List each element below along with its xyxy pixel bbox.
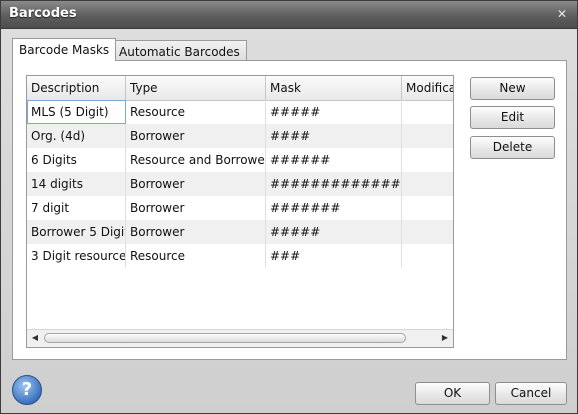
ok-button[interactable]: OK [415,382,490,405]
table-row[interactable]: 3 Digit resource Resource ### [27,244,453,268]
scroll-thumb[interactable] [44,333,406,343]
cell-description[interactable]: 6 Digits [27,148,126,172]
cell-type[interactable]: Borrower [126,172,266,196]
table-row[interactable]: 7 digit Borrower ####### [27,196,453,220]
cell-modification[interactable] [402,244,453,268]
column-header-type[interactable]: Type [126,76,266,100]
column-header-modification[interactable]: Modificat [402,76,453,100]
edit-button[interactable]: Edit [470,106,555,129]
cell-mask[interactable]: ##### [266,100,402,124]
cell-type[interactable]: Resource and Borrower [126,148,266,172]
table-row[interactable]: Org. (4d) Borrower #### [27,124,453,148]
barcode-masks-grid: Description Type Mask Modificat MLS (5 D… [26,75,454,348]
column-header-mask[interactable]: Mask [266,76,402,100]
cell-mask[interactable]: #### [266,124,402,148]
cell-description[interactable]: 14 digits [27,172,126,196]
title-bar: Barcodes ✕ [1,1,577,29]
table-row[interactable]: 6 Digits Resource and Borrower ###### [27,148,453,172]
grid-header: Description Type Mask Modificat [27,76,453,101]
cell-description[interactable]: 7 digit [27,196,126,220]
help-icon[interactable]: ? [12,375,42,405]
cell-mask[interactable]: ############## [266,172,402,196]
tab-barcode-masks[interactable]: Barcode Masks [12,38,117,61]
scroll-right-icon[interactable]: ▶ [437,330,453,346]
table-row[interactable]: 14 digits Borrower ############## [27,172,453,196]
cell-modification[interactable] [402,124,453,148]
table-row[interactable]: Borrower 5 Digit Borrower ##### [27,220,453,244]
cell-description[interactable]: Org. (4d) [27,124,126,148]
cell-modification[interactable] [402,196,453,220]
tab-automatic-barcodes[interactable]: Automatic Barcodes [112,40,247,62]
delete-button[interactable]: Delete [470,136,555,159]
close-icon[interactable]: ✕ [555,7,569,21]
cell-type[interactable]: Borrower [126,220,266,244]
column-header-description[interactable]: Description [27,76,126,100]
cell-description[interactable]: Borrower 5 Digit [27,220,126,244]
scroll-left-icon[interactable]: ◀ [27,330,43,346]
cell-modification[interactable] [402,148,453,172]
barcodes-dialog: Barcodes ✕ Barcode Masks Automatic Barco… [0,0,578,414]
table-row[interactable]: MLS (5 Digit) Resource ##### [27,100,453,124]
cancel-button[interactable]: Cancel [495,382,567,405]
cell-type[interactable]: Resource [126,100,266,124]
cell-type[interactable]: Resource [126,244,266,268]
cell-type[interactable]: Borrower [126,124,266,148]
cell-mask[interactable]: ####### [266,196,402,220]
cell-modification[interactable] [402,100,453,124]
cell-description[interactable]: 3 Digit resource [27,244,126,268]
cell-mask[interactable]: ##### [266,220,402,244]
cell-description[interactable]: MLS (5 Digit) [27,100,126,124]
window-title: Barcodes [9,6,77,21]
cell-modification[interactable] [402,172,453,196]
cell-mask[interactable]: ### [266,244,402,268]
cell-mask[interactable]: ###### [266,148,402,172]
horizontal-scrollbar[interactable]: ◀ ▶ [27,329,453,347]
cell-modification[interactable] [402,220,453,244]
cell-type[interactable]: Borrower [126,196,266,220]
new-button[interactable]: New [470,77,555,100]
